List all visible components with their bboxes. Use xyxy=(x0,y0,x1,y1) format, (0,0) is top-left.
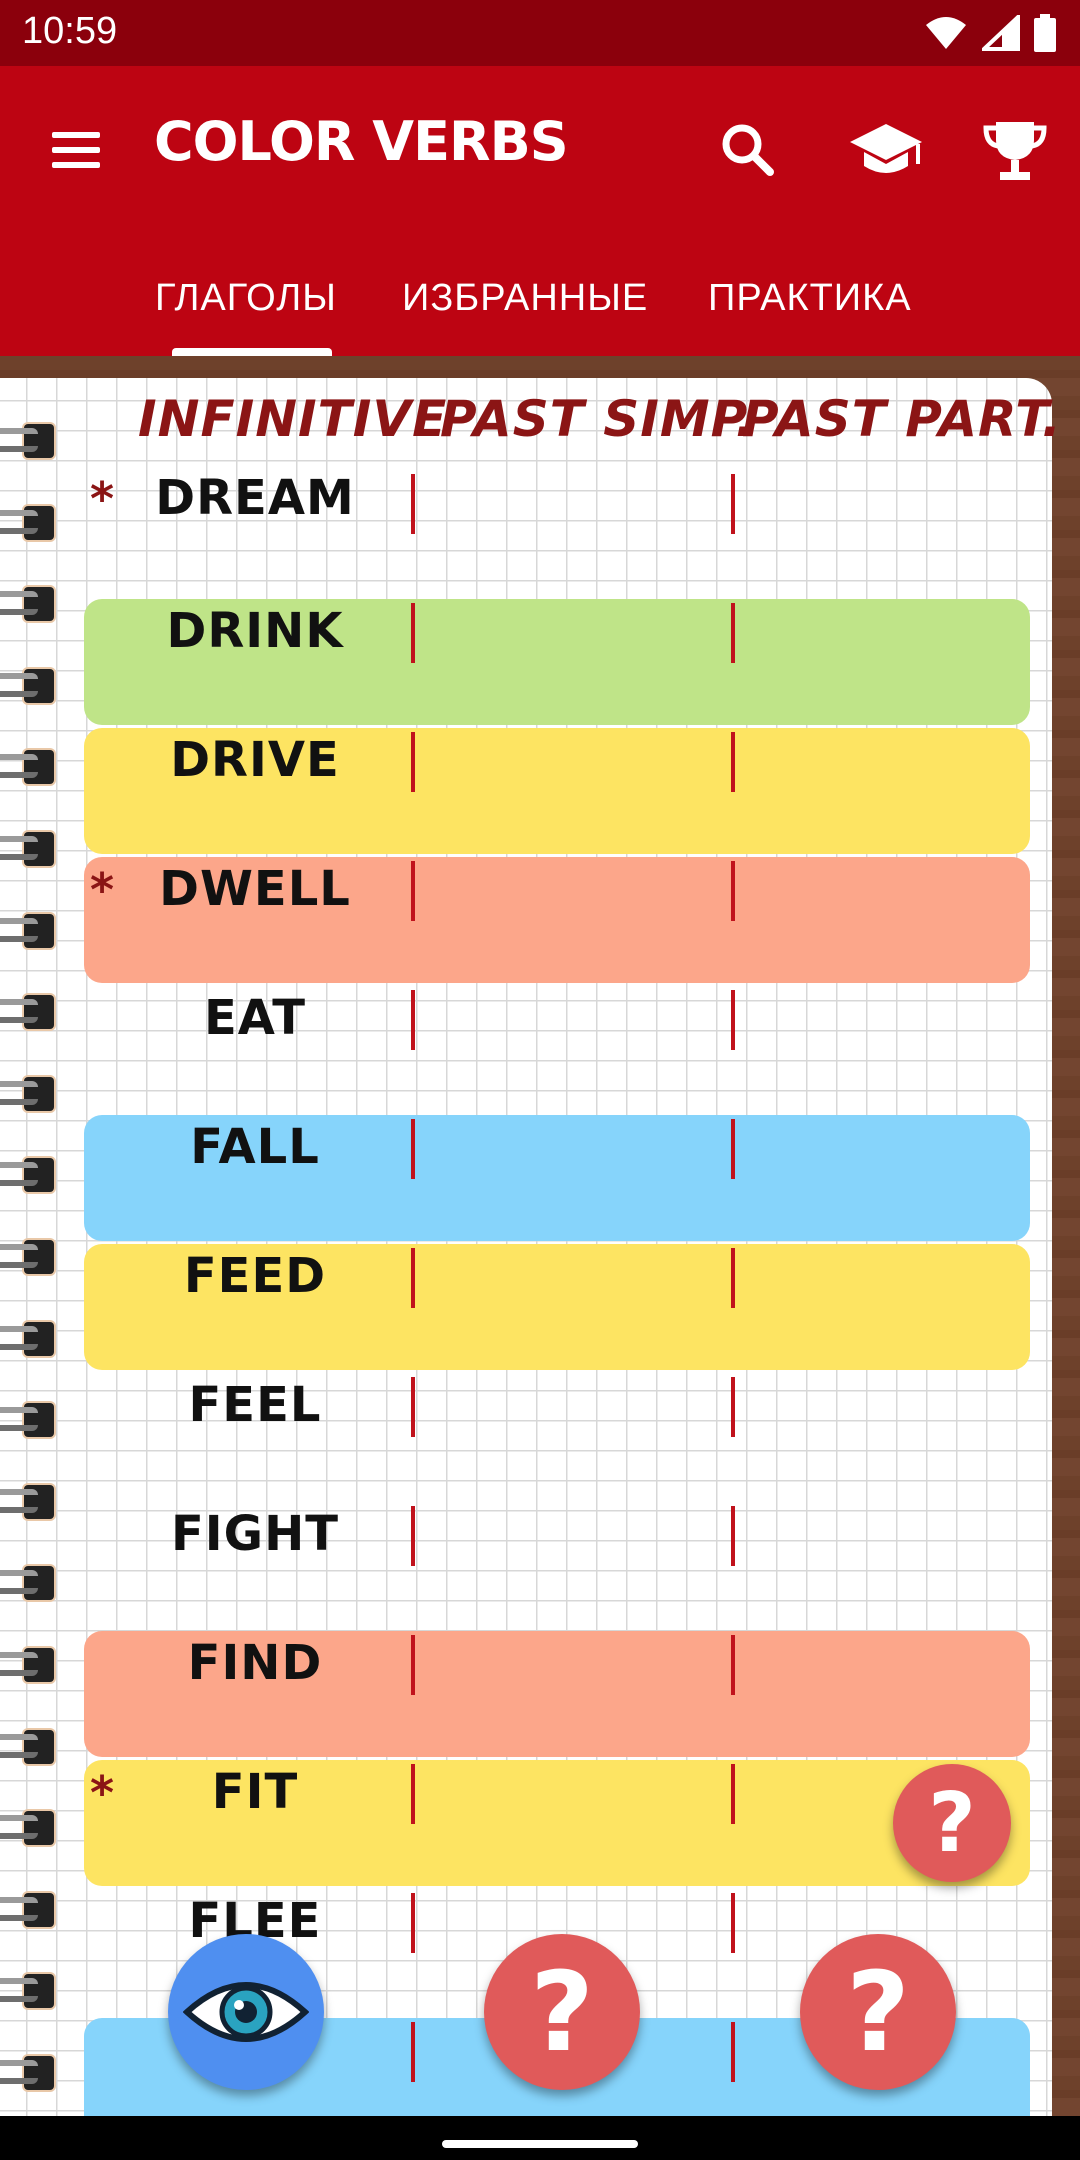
verb-infinitive[interactable]: DRINK xyxy=(150,603,360,659)
app-bar: COLOR VERBS ГЛАГОЛЫ ИЗБРАННЫЕ ПРАКТИКА xyxy=(0,66,1080,356)
verb-infinitive[interactable]: FIGHT xyxy=(150,1506,360,1562)
favorite-star: * xyxy=(90,863,115,917)
question-icon: ? xyxy=(846,1948,910,2076)
hint-button-past-simple[interactable]: ? xyxy=(484,1934,640,2090)
verb-infinitive[interactable]: DRIVE xyxy=(150,732,360,788)
spiral-ring xyxy=(0,1479,60,1523)
past-participle-slot[interactable] xyxy=(731,990,735,1050)
spiral-ring xyxy=(0,1152,60,1196)
spiral-ring xyxy=(0,1724,60,1768)
past-simple-slot[interactable] xyxy=(411,1377,415,1437)
question-icon: ? xyxy=(530,1948,594,2076)
system-nav-bar xyxy=(0,2116,1080,2160)
spiral-ring xyxy=(0,1560,60,1604)
header-past-simple: PAST SIMP. xyxy=(440,390,756,448)
verb-infinitive[interactable]: FIND xyxy=(150,1635,360,1691)
spiral-ring xyxy=(0,1234,60,1278)
past-participle-slot[interactable] xyxy=(731,861,735,921)
notebook-spiral xyxy=(0,378,70,2116)
spiral-ring xyxy=(0,826,60,870)
tab-practice[interactable]: ПРАКТИКА xyxy=(708,252,912,352)
spiral-ring xyxy=(0,908,60,952)
battery-icon xyxy=(1034,14,1056,52)
past-simple-slot[interactable] xyxy=(411,2022,415,2082)
app-title: COLOR VERBS xyxy=(154,110,569,173)
learn-button[interactable] xyxy=(846,114,922,186)
past-simple-slot[interactable] xyxy=(411,1119,415,1179)
header-infinitive: INFINITIVE xyxy=(138,390,448,448)
spiral-ring xyxy=(0,1642,60,1686)
eye-icon xyxy=(183,1982,309,2042)
spiral-ring xyxy=(0,1805,60,1849)
past-participle-slot[interactable] xyxy=(731,1119,735,1179)
favorite-star: * xyxy=(90,472,115,526)
verb-infinitive[interactable]: FEED xyxy=(150,1248,360,1304)
past-participle-slot[interactable] xyxy=(731,732,735,792)
past-participle-slot[interactable] xyxy=(731,603,735,663)
spiral-ring xyxy=(0,418,60,462)
verb-infinitive[interactable]: DREAM xyxy=(150,470,360,526)
spiral-ring xyxy=(0,744,60,788)
past-participle-slot[interactable] xyxy=(731,1506,735,1566)
tab-favorites[interactable]: ИЗБРАННЫЕ xyxy=(402,252,648,352)
trophy-icon xyxy=(983,122,1047,180)
spiral-ring xyxy=(0,1316,60,1360)
past-simple-slot[interactable] xyxy=(411,1506,415,1566)
spiral-ring xyxy=(0,1887,60,1931)
past-simple-slot[interactable] xyxy=(411,732,415,792)
past-participle-slot[interactable] xyxy=(731,1764,735,1824)
past-participle-slot[interactable] xyxy=(731,474,735,534)
home-handle[interactable] xyxy=(442,2140,638,2148)
search-icon xyxy=(722,124,774,176)
spiral-ring xyxy=(0,1397,60,1441)
verb-infinitive[interactable]: FIT xyxy=(150,1764,360,1820)
past-participle-slot[interactable] xyxy=(731,1377,735,1437)
tab-indicator xyxy=(172,348,332,356)
past-simple-slot[interactable] xyxy=(411,1248,415,1308)
search-button[interactable] xyxy=(712,114,784,186)
spiral-ring xyxy=(0,581,60,625)
question-icon: ? xyxy=(928,1775,976,1871)
header-past-participle: PAST PART. xyxy=(742,390,1062,448)
verb-infinitive[interactable]: FALL xyxy=(150,1119,360,1175)
menu-button[interactable] xyxy=(44,118,108,182)
past-simple-slot[interactable] xyxy=(411,990,415,1050)
signal-icon xyxy=(982,15,1020,51)
spiral-ring xyxy=(0,1071,60,1115)
past-simple-slot[interactable] xyxy=(411,474,415,534)
verb-infinitive[interactable]: FEEL xyxy=(150,1377,360,1433)
status-bar: 10:59 xyxy=(0,0,1080,66)
hint-button-past-participle[interactable]: ? xyxy=(800,1934,956,2090)
tab-bar: ГЛАГОЛЫ ИЗБРАННЫЕ ПРАКТИКА xyxy=(0,252,1080,356)
favorite-star: * xyxy=(90,1766,115,1820)
spiral-ring xyxy=(0,989,60,1033)
tab-verbs[interactable]: ГЛАГОЛЫ xyxy=(155,252,337,352)
past-simple-slot[interactable] xyxy=(411,1893,415,1953)
school-icon xyxy=(850,124,922,173)
verb-infinitive[interactable]: EAT xyxy=(150,990,360,1046)
past-participle-slot[interactable] xyxy=(731,1635,735,1695)
past-simple-slot[interactable] xyxy=(411,1635,415,1695)
status-icons xyxy=(924,14,1056,52)
past-simple-slot[interactable] xyxy=(411,603,415,663)
past-simple-slot[interactable] xyxy=(411,861,415,921)
status-time: 10:59 xyxy=(22,10,118,52)
past-participle-slot[interactable] xyxy=(731,1248,735,1308)
show-answers-button[interactable] xyxy=(168,1934,324,2090)
past-participle-slot[interactable] xyxy=(731,1893,735,1953)
wifi-icon xyxy=(926,17,966,49)
spiral-ring xyxy=(0,2050,60,2094)
spiral-ring xyxy=(0,500,60,544)
spiral-ring xyxy=(0,1968,60,2012)
achievements-button[interactable] xyxy=(980,114,1052,186)
past-participle-slot[interactable] xyxy=(731,2022,735,2082)
spiral-ring xyxy=(0,663,60,707)
past-simple-slot[interactable] xyxy=(411,1764,415,1824)
verb-infinitive[interactable]: DWELL xyxy=(150,861,360,917)
hint-button-small[interactable]: ? xyxy=(893,1764,1011,1882)
